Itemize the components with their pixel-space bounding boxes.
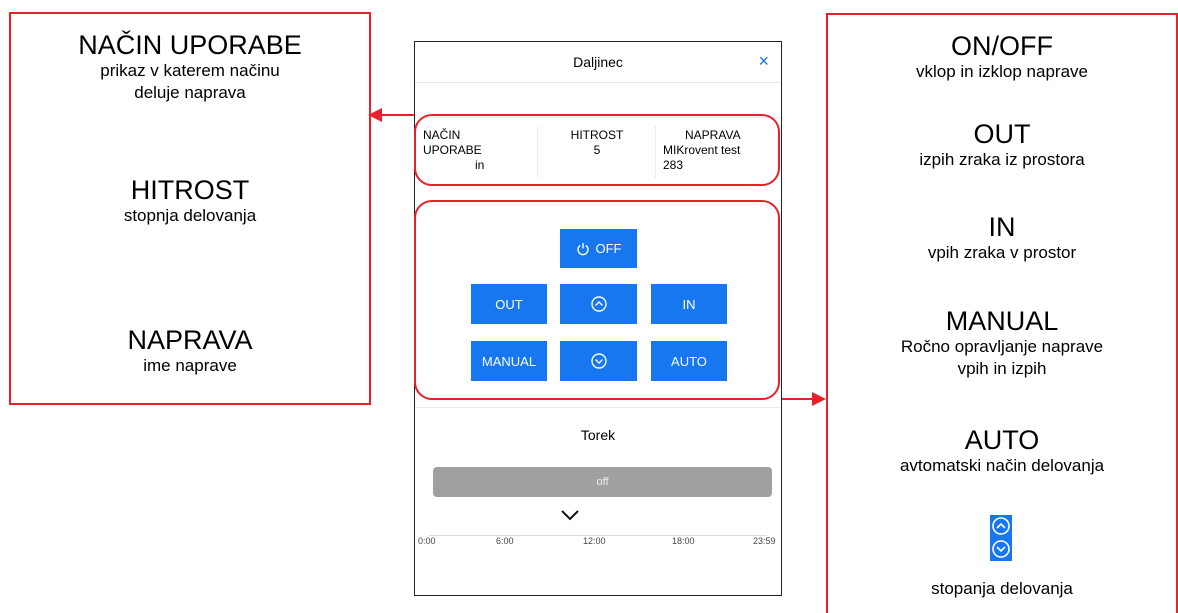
right-connector-line xyxy=(780,398,814,400)
status-bar[interactable]: off xyxy=(433,467,772,497)
mode-annotation-desc-2: deluje naprava xyxy=(134,83,246,102)
device-annotation-desc: ime naprave xyxy=(143,356,237,375)
manual-annotation: MANUAL Ročno opravljanje naprave vpih in… xyxy=(830,306,1174,380)
auto-annotation-title: AUTO xyxy=(964,425,1040,455)
in-annotation-title: IN xyxy=(988,212,1016,242)
title-bar: Daljinec × xyxy=(415,42,781,83)
manual-annotation-desc-1: Ročno opravljanje naprave xyxy=(900,337,1104,356)
manual-annotation-desc-2: vpih in izpih xyxy=(957,359,1047,378)
timeline-tick: 18:00 xyxy=(672,536,695,546)
speed-annotation: HITROST stopnja delovanja xyxy=(12,175,368,227)
divider xyxy=(415,407,781,408)
timeline-tick: 12:00 xyxy=(583,536,606,546)
mode-annotation-title: NAČIN UPORABE xyxy=(78,30,302,60)
speed-annotation-title: HITROST xyxy=(130,175,250,205)
speed-arrows-sample xyxy=(990,515,1012,561)
onoff-annotation-title: ON/OFF xyxy=(951,31,1053,61)
auto-annotation: AUTO avtomatski način delovanja xyxy=(830,425,1174,477)
close-icon[interactable]: × xyxy=(758,51,769,72)
chevron-down-icon[interactable] xyxy=(559,508,581,522)
day-label: Torek xyxy=(580,427,616,443)
timeline-tick: 23:59 xyxy=(753,536,776,546)
controls-highlight xyxy=(414,200,780,400)
timeline-tick: 0:00 xyxy=(418,536,436,546)
device-annotation: NAPRAVA ime naprave xyxy=(12,325,368,377)
manual-annotation-title: MANUAL xyxy=(945,306,1059,336)
out-annotation-title: OUT xyxy=(973,119,1031,149)
device-annotation-title: NAPRAVA xyxy=(127,325,253,355)
left-connector-line xyxy=(382,114,416,116)
speed-annotation-desc: stopnja delovanja xyxy=(123,206,257,225)
out-annotation: OUT izpih zraka iz prostora xyxy=(830,119,1174,171)
mode-annotation-desc-1: prikaz v katerem načinu xyxy=(100,61,280,80)
in-annotation: IN vpih zraka v prostor xyxy=(830,212,1174,264)
right-arrowhead-icon xyxy=(812,392,826,406)
chevron-up-down-icon xyxy=(992,517,1010,558)
left-arrowhead-icon xyxy=(368,108,382,122)
timeline-tick: 6:00 xyxy=(496,536,514,546)
auto-annotation-desc: avtomatski način delovanja xyxy=(899,456,1105,475)
onoff-annotation: ON/OFF vklop in izklop naprave xyxy=(830,31,1174,83)
arrows-annotation-desc: stopanja delovanja xyxy=(931,579,1073,598)
out-annotation-desc: izpih zraka iz prostora xyxy=(919,150,1085,169)
app-title: Daljinec xyxy=(573,54,623,70)
onoff-annotation-desc: vklop in izklop naprave xyxy=(916,62,1088,81)
in-annotation-desc: vpih zraka v prostor xyxy=(927,243,1077,262)
mode-annotation: NAČIN UPORABE prikaz v katerem načinu de… xyxy=(12,30,368,104)
info-highlight xyxy=(414,114,780,186)
